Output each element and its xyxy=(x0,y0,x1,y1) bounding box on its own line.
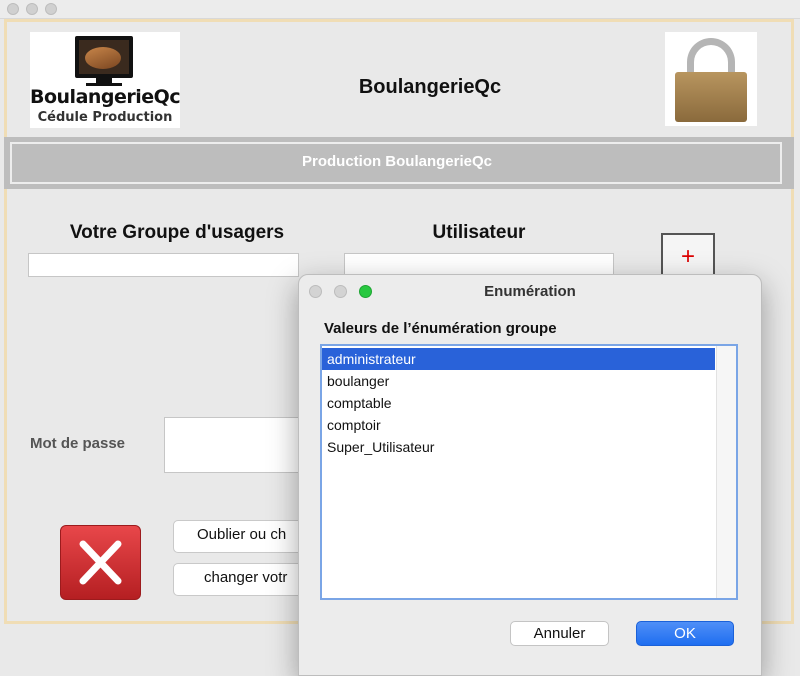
list-item[interactable]: administrateur xyxy=(322,348,715,370)
list-item[interactable]: Super_Utilisateur xyxy=(322,436,715,458)
forgot-password-button[interactable]: Oublier ou ch xyxy=(173,520,313,553)
app-title: BoulangerieQc xyxy=(358,76,502,98)
boulangerie-logo: BoulangerieQc Cédule Production xyxy=(30,32,181,128)
list-item[interactable]: comptoir xyxy=(322,414,715,436)
group-field[interactable] xyxy=(28,253,299,277)
padlock-icon[interactable] xyxy=(665,32,757,126)
group-label: Votre Groupe d'usagers xyxy=(69,222,285,243)
logo-title: BoulangerieQc xyxy=(30,86,181,108)
password-label: Mot de passe xyxy=(30,435,126,452)
main-window-titlebar xyxy=(0,0,800,19)
monitor-bread-icon xyxy=(75,36,133,78)
annuler-button[interactable]: Annuler xyxy=(510,621,609,646)
list-item[interactable]: comptable xyxy=(322,392,715,414)
user-label: Utilisateur xyxy=(432,222,526,243)
enumeration-dialog: Enumération Valeurs de l’énumération gro… xyxy=(298,274,762,676)
banner-text: Production BoulangerieQc xyxy=(301,153,493,170)
ok-button[interactable]: OK xyxy=(636,621,734,646)
password-field[interactable] xyxy=(164,417,304,473)
close-window-button[interactable] xyxy=(7,3,19,15)
list-scrollbar[interactable] xyxy=(716,346,736,598)
zoom-window-button[interactable] xyxy=(45,3,57,15)
minimize-window-button[interactable] xyxy=(26,3,38,15)
cancel-x-button[interactable] xyxy=(60,525,141,600)
close-x-icon xyxy=(79,540,122,585)
production-banner: Production BoulangerieQc xyxy=(4,137,794,189)
list-item[interactable]: boulanger xyxy=(322,370,715,392)
dialog-title: Enumération xyxy=(484,283,576,300)
change-password-button[interactable]: changer votr xyxy=(173,563,313,596)
logo-subtitle: Cédule Production xyxy=(37,110,173,125)
enumeration-label: Valeurs de l’énumération groupe xyxy=(324,320,557,337)
enumeration-list[interactable]: administrateur boulanger comptable compt… xyxy=(320,344,738,600)
